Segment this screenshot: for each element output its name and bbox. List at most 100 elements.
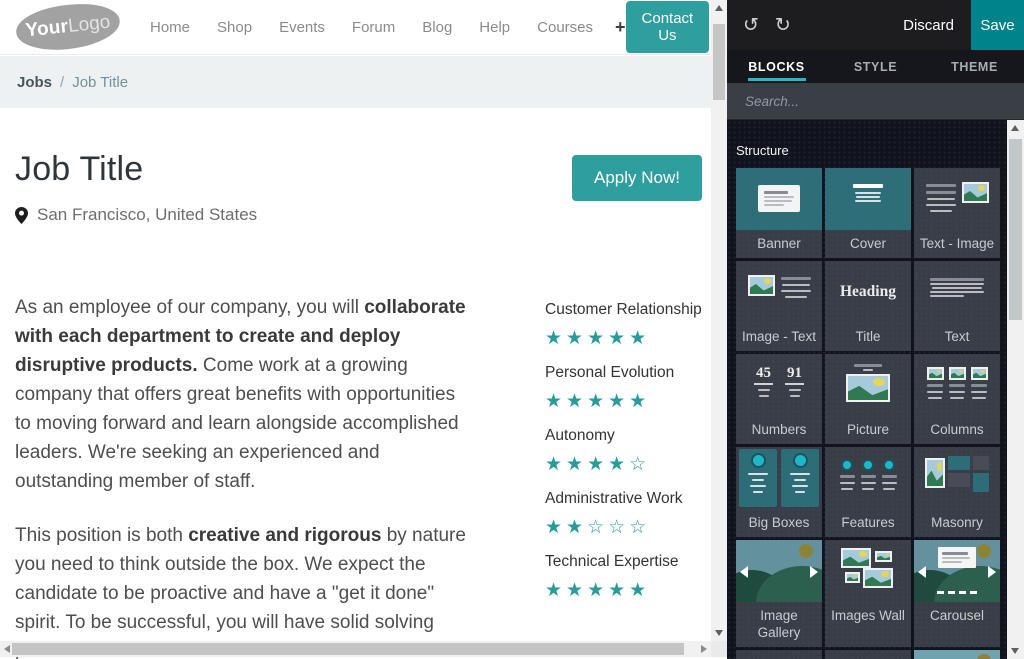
blocks-search-bar <box>727 83 1024 120</box>
page-vertical-scrollbar[interactable] <box>711 0 727 641</box>
block-label: Big Boxes <box>736 509 822 537</box>
block-partial[interactable] <box>736 650 822 659</box>
blocks-list: Structure Banner Cover <box>727 120 1007 659</box>
scroll-up-icon[interactable] <box>715 5 723 11</box>
rating-stars[interactable]: ★★★★☆ <box>545 453 705 475</box>
tab-style[interactable]: STYLE <box>826 50 925 83</box>
site-logo[interactable]: YourLogo <box>14 0 122 54</box>
job-location-text: San Francisco, United States <box>37 205 257 225</box>
block-carousel[interactable]: Carousel <box>914 540 1000 647</box>
block-columns[interactable]: Columns <box>914 354 1000 444</box>
rating-stars[interactable]: ★★★★★ <box>545 327 705 349</box>
nav-item-help[interactable]: Help <box>479 19 510 36</box>
block-title[interactable]: Heading Title <box>825 261 911 351</box>
scroll-down-icon[interactable] <box>715 630 723 636</box>
tab-blocks[interactable]: BLOCKS <box>727 50 826 83</box>
breadcrumb-jobs-link[interactable]: Jobs <box>17 74 52 91</box>
banner-block-icon <box>736 168 822 230</box>
panel-scrollbar[interactable] <box>1007 120 1024 659</box>
image-text-block-icon <box>736 261 822 323</box>
discard-button[interactable]: Discard <box>903 17 954 34</box>
page-horizontal-scrollbar[interactable] <box>0 641 711 657</box>
panel-scroll-thumb[interactable] <box>1009 139 1022 320</box>
rating-label: Customer Relationship <box>545 300 705 319</box>
block-label: Features <box>825 509 911 537</box>
block-image-text[interactable]: Image - Text <box>736 261 822 351</box>
block-label: Columns <box>914 416 1000 444</box>
picture-block-icon <box>825 354 911 416</box>
block-partial[interactable] <box>914 650 1000 659</box>
rating-stars[interactable]: ★★★★★ <box>545 579 705 601</box>
rating-item: Administrative Work ★★☆☆☆ <box>545 489 705 538</box>
editor-tabs: BLOCKS STYLE THEME <box>727 50 1024 83</box>
columns-block-icon <box>914 354 1000 416</box>
main-nav: Home Shop Events Forum Blog Help Courses <box>150 19 593 36</box>
block-cover[interactable]: Cover <box>825 168 911 258</box>
vertical-scroll-thumb[interactable] <box>713 24 725 100</box>
block-big-boxes[interactable]: Big Boxes <box>736 447 822 537</box>
panel-scroll-down-icon[interactable] <box>1011 648 1019 654</box>
nav-item-home[interactable]: Home <box>150 19 190 36</box>
block-partial[interactable] <box>825 650 911 659</box>
apply-now-button[interactable]: Apply Now! <box>572 155 702 201</box>
section-title: Structure <box>736 143 1007 158</box>
block-label: Image - Text <box>736 323 822 351</box>
logo-text-your: Your <box>25 16 70 42</box>
location-pin-icon <box>15 207 28 224</box>
scrollbar-corner <box>711 641 727 657</box>
block-picture[interactable]: Picture <box>825 354 911 444</box>
save-button[interactable]: Save <box>971 0 1024 50</box>
rating-stars[interactable]: ★★☆☆☆ <box>545 516 705 538</box>
block-label: Text <box>914 323 1000 351</box>
block-label: Title <box>825 323 911 351</box>
website-builder-panel: ↺ ↻ Discard Save BLOCKS STYLE THEME Stru… <box>727 0 1024 659</box>
block-text-image[interactable]: Text - Image <box>914 168 1000 258</box>
nav-item-events[interactable]: Events <box>279 19 325 36</box>
job-description: As an employee of our company, you will … <box>15 293 470 659</box>
scroll-left-icon[interactable] <box>4 645 10 653</box>
block-masonry[interactable]: Masonry <box>914 447 1000 537</box>
editor-toolbar: ↺ ↻ Discard Save <box>727 0 1024 50</box>
screen: YourLogo Home Shop Events Forum Blog Hel… <box>0 0 1024 659</box>
undo-icon[interactable]: ↺ <box>743 14 759 36</box>
rating-label: Administrative Work <box>545 489 705 508</box>
block-image-gallery[interactable]: Image Gallery <box>736 540 822 647</box>
block-label: Masonry <box>914 509 1000 537</box>
rating-label: Personal Evolution <box>545 363 705 382</box>
cover-block-icon <box>825 168 911 230</box>
masonry-block-icon <box>914 447 1000 509</box>
nav-item-forum[interactable]: Forum <box>352 19 395 36</box>
website-preview: YourLogo Home Shop Events Forum Blog Hel… <box>0 0 727 659</box>
block-numbers[interactable]: 45 91 Numbers <box>736 354 822 444</box>
description-paragraph: This position is both creative and rigor… <box>15 521 470 659</box>
block-label: Banner <box>736 230 822 258</box>
block-label: Cover <box>825 230 911 258</box>
nav-item-blog[interactable]: Blog <box>422 19 452 36</box>
image-gallery-block-icon <box>736 540 822 602</box>
breadcrumb-current: Job Title <box>72 74 128 91</box>
block-label: Image Gallery <box>736 602 822 647</box>
block-banner[interactable]: Banner <box>736 168 822 258</box>
blocks-grid: Banner Cover Text - Image <box>736 168 1007 659</box>
job-skill-ratings: Customer Relationship ★★★★★ Personal Evo… <box>545 300 705 615</box>
block-features[interactable]: Features <box>825 447 911 537</box>
breadcrumb-separator: / <box>60 74 64 91</box>
nav-item-courses[interactable]: Courses <box>537 19 593 36</box>
description-paragraph: As an employee of our company, you will … <box>15 293 470 496</box>
blocks-search-input[interactable] <box>745 94 985 109</box>
block-label: Picture <box>825 416 911 444</box>
carousel-block-icon <box>914 540 1000 602</box>
rating-label: Autonomy <box>545 426 705 445</box>
add-menu-icon[interactable]: + <box>615 17 626 38</box>
horizontal-scroll-thumb[interactable] <box>12 643 684 655</box>
block-text[interactable]: Text <box>914 261 1000 351</box>
tab-theme[interactable]: THEME <box>925 50 1024 83</box>
contact-us-button[interactable]: Contact Us <box>626 1 710 53</box>
panel-scroll-up-icon[interactable] <box>1011 125 1019 131</box>
logo-text-logo: Logo <box>67 12 111 38</box>
nav-item-shop[interactable]: Shop <box>217 19 252 36</box>
block-images-wall[interactable]: Images Wall <box>825 540 911 647</box>
rating-stars[interactable]: ★★★★★ <box>545 390 705 412</box>
scroll-right-icon[interactable] <box>701 645 707 653</box>
redo-icon[interactable]: ↻ <box>775 14 791 36</box>
